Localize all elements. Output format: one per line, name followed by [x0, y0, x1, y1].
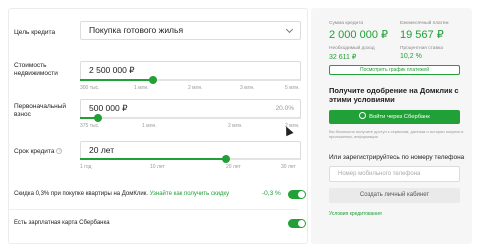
term-slider[interactable]: [80, 155, 301, 163]
property-value: 2 500 000 ₽: [89, 65, 135, 75]
discount-toggle[interactable]: [288, 190, 306, 199]
tick: 1 млн.: [142, 123, 157, 129]
tick: 20 лет: [226, 164, 241, 170]
salary-text: Есть зарплатная карта Сбербанка: [14, 220, 110, 226]
summary-panel: [311, 8, 472, 244]
tick: 5 млн.: [285, 85, 300, 91]
rate-value: 10,2 %: [400, 53, 422, 60]
loan-value: 2 000 000 ₽: [329, 29, 388, 41]
create-account-button[interactable]: Создать личный кабинет: [329, 188, 460, 203]
sberbank-logo-icon: [359, 111, 367, 119]
downpayment-value: 500 000 ₽: [89, 103, 128, 113]
discount-value: -0,3 %: [262, 190, 281, 197]
schedule-button[interactable]: Посмотреть график платежей: [329, 65, 460, 75]
payment-label: Ежемесячный платеж: [400, 21, 449, 26]
sber-login-button[interactable]: Войти через Сбербанк: [329, 110, 460, 124]
downpayment-ticks: 375 тыс. 1 млн. 2 млн. 2 млн.: [80, 123, 301, 131]
term-value: 20 лет: [89, 145, 115, 155]
term-label-text: Срок кредита: [14, 148, 55, 155]
property-slider-knob[interactable]: [148, 76, 157, 84]
phone-input[interactable]: Номер мобильного телефона: [329, 166, 460, 182]
rate-label: Процентная ставка: [400, 46, 443, 51]
tick: 1 млн.: [134, 85, 149, 91]
income-value: 32 611 ₽: [329, 54, 357, 61]
downpayment-percent: 20.0%: [275, 105, 294, 112]
divider: [8, 209, 298, 210]
chevron-down-icon: [285, 25, 294, 34]
discount-row: Скидка 0,3% при покупке квартиры на ДомК…: [14, 191, 229, 197]
help-icon[interactable]: ?: [56, 148, 63, 155]
tick: 3 млн.: [240, 85, 255, 91]
discount-text: Скидка 0,3% при покупке квартиры на ДомК…: [14, 191, 148, 197]
downpayment-slider-knob[interactable]: [93, 114, 102, 122]
term-slider-knob[interactable]: [221, 155, 230, 163]
property-input[interactable]: 2 500 000 ₽: [80, 61, 301, 80]
fine-print: Вы безопасно получите доступ к сервисам,…: [329, 129, 464, 139]
income-label: Необходимый доход: [329, 46, 375, 51]
salary-toggle[interactable]: [288, 219, 306, 228]
tick: 2 млн.: [188, 85, 203, 91]
property-slider[interactable]: [80, 76, 301, 84]
goal-select[interactable]: Покупка готового жилья: [80, 21, 301, 40]
tick: 300 тыс.: [80, 85, 100, 91]
discount-link[interactable]: Узнайте как получить скидку: [150, 191, 229, 197]
property-ticks: 300 тыс. 1 млн. 2 млн. 3 млн. 5 млн.: [80, 85, 301, 93]
tick: 10 лет: [150, 164, 165, 170]
approval-heading: Получите одобрение на Домклик с этими ус…: [329, 86, 459, 104]
property-slider-fill: [80, 79, 153, 81]
term-label: Срок кредита?: [14, 148, 63, 156]
terms-link[interactable]: Условия кредитования: [329, 211, 382, 217]
sber-login-label: Войти через Сбербанк: [369, 114, 430, 120]
phone-caption: Или зарегистрируйтесь по номеру телефона: [329, 154, 465, 161]
tick: 375 тыс.: [80, 123, 100, 129]
tick: 2 млн.: [228, 123, 243, 129]
loan-label: Сумма кредита: [329, 21, 364, 26]
downpayment-input[interactable]: 500 000 ₽ 20.0%: [80, 99, 301, 118]
downpayment-slider[interactable]: [80, 114, 301, 122]
goal-label: Цель кредита: [14, 29, 56, 36]
payment-value: 19 567 ₽: [400, 29, 444, 41]
tick: 30 лет: [281, 164, 296, 170]
term-ticks: 1 год 10 лет 20 лет 30 лет: [80, 164, 301, 172]
downpayment-label: Первоначальный взнос: [14, 103, 67, 118]
property-label: Стоимость недвижимости: [14, 62, 58, 77]
term-slider-fill: [80, 158, 226, 160]
tick: 1 год: [80, 164, 92, 170]
goal-value: Покупка готового жилья: [89, 25, 184, 35]
